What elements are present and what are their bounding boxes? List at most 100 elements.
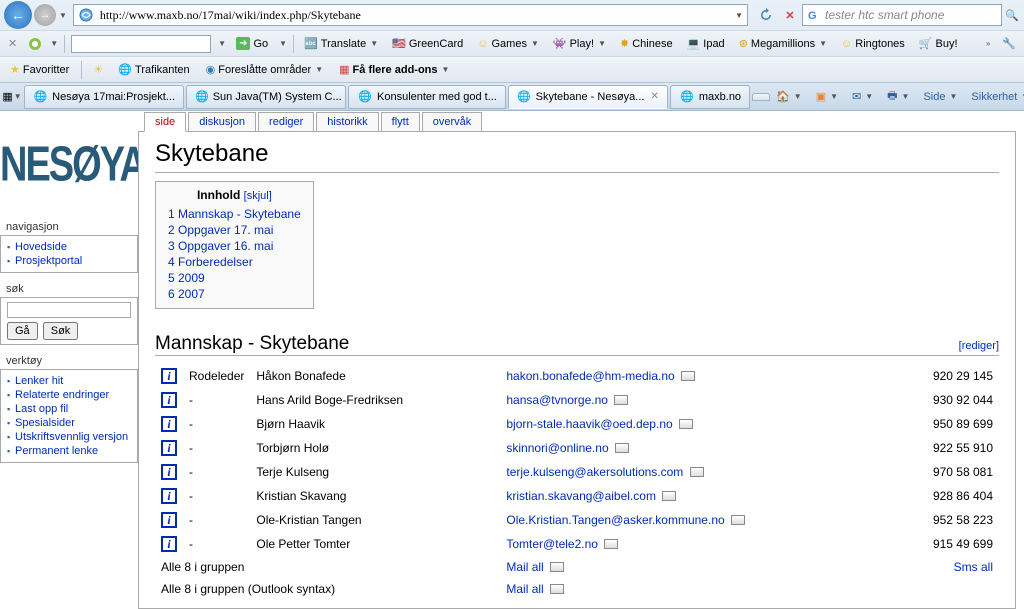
tool-link-1[interactable]: Relaterte endringer (15, 389, 109, 401)
mail-all-outlook-link[interactable]: Mail all (506, 582, 543, 596)
toc-link-4[interactable]: 5 2009 (168, 271, 205, 285)
games-button[interactable]: ☺ Games ▼ (473, 36, 543, 52)
crew-email-link-6[interactable]: Ole.Kristian.Tangen@asker.kommune.no (506, 513, 724, 527)
crew-phone: 952 58 223 (909, 508, 999, 532)
toc-link-2[interactable]: 3 Oppgaver 16. mai (168, 239, 273, 253)
greencard-button[interactable]: 🇺🇸 GreenCard (388, 35, 467, 52)
tab-page[interactable]: side (144, 112, 186, 132)
forward-button[interactable]: → (34, 4, 56, 26)
url-dropdown[interactable]: ▼ (735, 11, 743, 20)
url-input[interactable] (98, 7, 734, 24)
search-go-button[interactable]: 🔍 (1004, 7, 1020, 23)
crew-name: Bjørn Haavik (250, 412, 500, 436)
crew-email-link-1[interactable]: hansa@tvnorge.no (506, 393, 608, 407)
sms-all-link[interactable]: Sms all (954, 560, 993, 574)
info-link-5[interactable]: i (161, 489, 177, 503)
toc-link-0[interactable]: 1 Mannskap - Skytebane (168, 207, 301, 221)
rss-button[interactable]: ▣▼ (812, 88, 842, 105)
info-link-0[interactable]: i (161, 369, 177, 383)
megamillions-button[interactable]: ⊛ Megamillions ▼ (735, 35, 831, 52)
conduit-dropdown[interactable]: ▼ (50, 39, 58, 48)
tab-discussion[interactable]: diskusjon (188, 112, 256, 132)
suggested-sites-button[interactable]: ◉ Foreslåtte områder ▼ (202, 61, 327, 78)
tool-link-3[interactable]: Spesialsider (15, 417, 75, 429)
wiki-go-button[interactable]: Gå (7, 322, 38, 340)
toolbar-overflow[interactable]: » (986, 39, 990, 48)
crew-row: i-Torbjørn Holøskinnori@online.no 922 55… (155, 436, 999, 460)
buy-button[interactable]: 🛒 Buy! (915, 35, 962, 52)
conduit-icon[interactable] (27, 36, 43, 52)
go-button[interactable]: ➜ Go (232, 35, 272, 52)
back-button[interactable]: ← (4, 1, 32, 29)
favorites-bar: ★ Favoritter ☀ 🌐 Trafikanten ◉ Foreslått… (0, 56, 1024, 82)
mail-button[interactable]: ✉▼ (848, 88, 877, 105)
page-title: Skytebane (155, 140, 999, 173)
history-dropdown[interactable]: ▼ (59, 11, 67, 20)
fav-icon-1[interactable]: ☀ (90, 62, 106, 78)
ipad-button[interactable]: 💻 Ipad (683, 35, 729, 52)
play-button[interactable]: 👾 Play! ▼ (549, 35, 610, 52)
refresh-button[interactable] (756, 5, 776, 25)
toc-link-1[interactable]: 2 Oppgaver 17. mai (168, 223, 273, 237)
toolbar-search-dropdown[interactable]: ▼ (218, 39, 226, 48)
print-button[interactable]: 🖶▼ (883, 85, 913, 108)
nav-link-1[interactable]: Prosjektportal (15, 255, 82, 267)
tool-link-5[interactable]: Permanent lenke (15, 445, 98, 457)
wiki-logo[interactable]: NESØYA (0, 111, 138, 219)
crew-email-link-2[interactable]: bjorn-stale.haavik@oed.dep.no (506, 417, 672, 431)
go-dropdown[interactable]: ▼ (279, 39, 287, 48)
crew-email-link-4[interactable]: terje.kulseng@akersolutions.com (506, 465, 683, 479)
crew-email-link-7[interactable]: Tomter@tele2.no (506, 537, 598, 551)
translate-button[interactable]: 🔤 Translate ▼ (300, 35, 382, 52)
toolbar-settings-icon[interactable]: 🔧 (998, 35, 1020, 52)
crew-email-link-3[interactable]: skinnori@online.no (506, 441, 608, 455)
info-link-1[interactable]: i (161, 393, 177, 407)
info-link-2[interactable]: i (161, 417, 177, 431)
translate-label: Translate (321, 38, 366, 50)
browser-tab-4[interactable]: 🌐maxb.no (670, 85, 750, 109)
crew-email-link-0[interactable]: hakon.bonafede@hm-media.no (506, 369, 674, 383)
wiki-search-input[interactable] (7, 302, 131, 318)
tool-link-4[interactable]: Utskriftsvennlig versjon (15, 431, 128, 443)
tab-move[interactable]: flytt (381, 112, 420, 132)
tab-close-button[interactable]: ✕ (650, 91, 658, 102)
crew-email-link-5[interactable]: kristian.skavang@aibel.com (506, 489, 656, 503)
tab-edit[interactable]: rediger (258, 112, 314, 132)
quick-tabs-icon[interactable]: ▦▼ (4, 89, 20, 105)
search-input[interactable] (823, 7, 997, 23)
browser-tab-1[interactable]: 🌐Sun Java(TM) System C... (186, 85, 346, 109)
nav-link-0[interactable]: Hovedside (15, 241, 67, 253)
toc-toggle-link[interactable]: [skjul] (244, 190, 272, 202)
toolbar-search[interactable] (71, 35, 211, 53)
tool-link-2[interactable]: Last opp fil (15, 403, 68, 415)
tab-history[interactable]: historikk (316, 112, 378, 132)
addons-button[interactable]: ▦ Få flere add-ons ▼ (335, 61, 453, 78)
safety-menu-button[interactable]: Sikkerhet▼ (967, 89, 1024, 105)
edit-section-link[interactable]: rediger (962, 340, 996, 352)
page-menu-button[interactable]: Side▼ (919, 89, 961, 105)
tab-watch[interactable]: overvåk (422, 112, 483, 132)
tool-link-0[interactable]: Lenker hit (15, 375, 63, 387)
favorites-button[interactable]: ★ Favoritter (6, 61, 73, 78)
stop-button[interactable]: ✕ (780, 5, 800, 25)
new-tab-button[interactable] (752, 93, 770, 101)
ringtones-button[interactable]: ☺ Ringtones (837, 36, 909, 52)
info-link-6[interactable]: i (161, 513, 177, 527)
chinese-button[interactable]: ✸ Chinese (616, 35, 677, 52)
browser-tab-0[interactable]: 🌐Nesøya 17mai:Prosjekt... (24, 85, 184, 109)
wiki-search-button[interactable]: Søk (43, 322, 79, 340)
browser-tab-3[interactable]: 🌐Skytebane - Nesøya...✕ (508, 85, 668, 109)
info-link-3[interactable]: i (161, 441, 177, 455)
home-button[interactable]: 🏠▼ (772, 88, 806, 105)
info-link-4[interactable]: i (161, 465, 177, 479)
close-toolbar-button[interactable]: ✕ (4, 35, 21, 52)
wiki-content: side diskusjon rediger historikk flytt o… (138, 111, 1024, 609)
info-link-7[interactable]: i (161, 537, 177, 551)
mail-icon (604, 539, 618, 549)
mail-all-link[interactable]: Mail all (506, 560, 543, 574)
toc-link-5[interactable]: 6 2007 (168, 287, 205, 301)
crew-name: Ole Petter Tomter (250, 532, 500, 556)
trafikanten-favorite[interactable]: 🌐 Trafikanten (114, 61, 193, 78)
toc-link-3[interactable]: 4 Forberedelser (168, 255, 253, 269)
browser-tab-2[interactable]: 🌐Konsulenter med god t... (348, 85, 506, 109)
